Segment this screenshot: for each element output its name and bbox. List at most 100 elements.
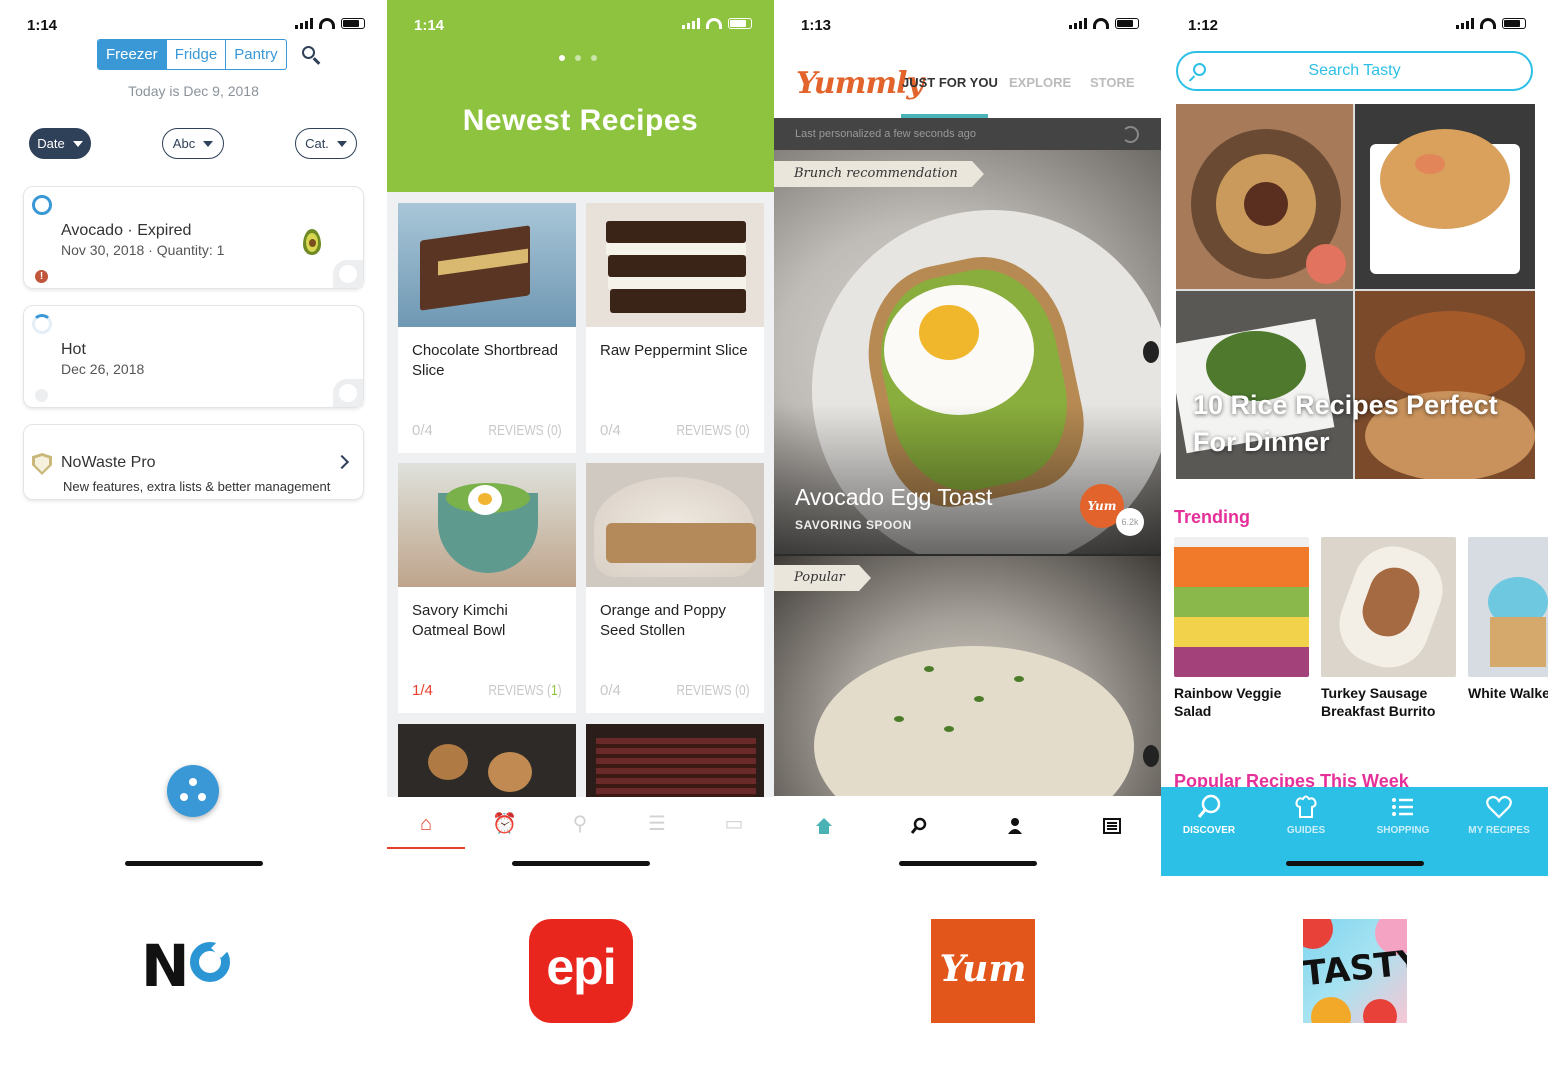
recipe-image[interactable]: [1174, 537, 1309, 677]
recipe-image: [586, 203, 764, 327]
list-item[interactable]: Hot Dec 26, 2018: [23, 305, 364, 408]
item-title: Avocado · Expired: [61, 222, 192, 239]
item-subtitle: Dec 26, 2018: [61, 361, 145, 377]
yummly-app-icon: Yum: [931, 919, 1035, 1023]
tab-guides[interactable]: GUIDES: [1261, 825, 1351, 836]
recipe-name: Chocolate Shortbread Slice: [412, 342, 558, 379]
refresh-icon[interactable]: [1122, 126, 1139, 143]
side-handle[interactable]: [1143, 745, 1159, 767]
recipe-card[interactable]: Savory Kimchi Oatmeal Bowl 1/4 REVIEWS (…: [398, 463, 576, 713]
home-icon[interactable]: ⌂: [414, 813, 438, 835]
search-placeholder: Search Tasty: [1308, 62, 1401, 79]
rating-label: 0/4: [600, 422, 621, 439]
sort-date-label: Date: [37, 136, 65, 151]
popular-recipe-card[interactable]: [774, 556, 1161, 796]
list-icon[interactable]: ☰: [645, 813, 669, 835]
segment-freezer[interactable]: Freezer: [98, 40, 166, 69]
tasty-app-icon: TASTY: [1303, 919, 1407, 1023]
rating-label: 0/4: [412, 422, 433, 439]
chevron-right-icon: [334, 454, 350, 470]
battery-icon: [1115, 18, 1139, 29]
chef-hat-icon[interactable]: [1292, 793, 1320, 821]
sort-date-button[interactable]: Date: [29, 128, 91, 159]
tab-my-recipes[interactable]: MY RECIPES: [1454, 825, 1544, 836]
recipe-card[interactable]: Orange and Poppy Seed Stollen 0/4 REVIEW…: [586, 463, 764, 713]
ribbon-label: Popular: [774, 565, 871, 591]
list-icon[interactable]: [1389, 793, 1417, 821]
profile-icon[interactable]: [1005, 816, 1025, 836]
signal-icon: [682, 18, 700, 29]
drag-handle[interactable]: [333, 379, 363, 407]
status-bar: 1:12: [1161, 0, 1548, 48]
sort-abc-button[interactable]: Abc: [162, 128, 224, 159]
recipe-name: Orange and Poppy Seed Stollen: [600, 602, 726, 639]
nowaste-screen: 1:14 Freezer Fridge Pantry Today is Dec …: [0, 0, 387, 876]
shield-icon: [32, 453, 52, 475]
status-time: 1:14: [414, 17, 445, 34]
recipe-image: [586, 463, 764, 587]
recipe-card[interactable]: Chocolate Shortbread Slice 0/4 REVIEWS (…: [398, 203, 576, 453]
trending-item-name[interactable]: Rainbow Veggie Salad: [1174, 684, 1304, 720]
yum-count: 6.2k: [1116, 508, 1144, 536]
tab-explore[interactable]: EXPLORE: [1009, 75, 1071, 90]
rating-label: 1/4: [412, 682, 433, 699]
today-label: Today is Dec 9, 2018: [128, 83, 259, 99]
segment-fridge[interactable]: Fridge: [165, 40, 226, 69]
info-icon[interactable]: [35, 389, 48, 402]
home-icon[interactable]: [814, 816, 834, 836]
tab-shopping[interactable]: SHOPPING: [1358, 825, 1448, 836]
page-indicator[interactable]: [559, 55, 597, 61]
side-handle[interactable]: [1143, 341, 1159, 363]
active-tab-indicator: [387, 847, 465, 849]
recipe-image[interactable]: [1468, 537, 1548, 677]
drag-handle[interactable]: [333, 260, 363, 288]
item-title: Hot: [61, 341, 86, 358]
segment-pantry[interactable]: Pantry: [225, 40, 285, 69]
sort-category-button[interactable]: Cat.: [295, 128, 357, 159]
search-icon[interactable]: [909, 816, 929, 836]
recipe-image: [1355, 104, 1535, 289]
sort-category-label: Cat.: [305, 136, 329, 151]
promo-title: NoWaste Pro: [61, 454, 156, 471]
recipe-card[interactable]: [586, 724, 764, 797]
battery-icon: [341, 18, 365, 29]
tab-discover[interactable]: DISCOVER: [1164, 825, 1254, 836]
recipe-card[interactable]: Raw Peppermint Slice 0/4 REVIEWS (0): [586, 203, 764, 453]
reviews-close: ): [558, 682, 562, 699]
status-ring-icon: [32, 195, 52, 215]
list-icon[interactable]: [1102, 816, 1122, 836]
battery-icon: [1502, 18, 1526, 29]
info-icon[interactable]: !: [35, 270, 48, 283]
collection-title: 10 Rice Recipes Perfect For Dinner: [1193, 390, 1498, 457]
wifi-icon: [706, 18, 722, 29]
tab-just-for-you[interactable]: JUST FOR YOU: [902, 75, 998, 90]
home-indicator: [511, 861, 650, 866]
pot-icon[interactable]: ▭: [722, 813, 746, 835]
search-input[interactable]: Search Tasty: [1176, 51, 1533, 91]
featured-collection[interactable]: 10 Rice Recipes Perfect For Dinner: [1176, 104, 1535, 479]
search-icon[interactable]: ⚲: [568, 813, 592, 835]
recipe-image: [1176, 104, 1353, 289]
promo-subtitle: New features, extra lists & better manag…: [63, 479, 331, 494]
trending-item-name[interactable]: White Walker Cupcakes: [1468, 684, 1548, 702]
alarm-icon[interactable]: ⏰: [492, 813, 517, 835]
epicurious-app-icon: epi: [529, 919, 633, 1023]
discover-icon[interactable]: [1195, 793, 1223, 821]
signal-icon: [1069, 18, 1087, 29]
pro-upgrade-card[interactable]: NoWaste Pro New features, extra lists & …: [23, 424, 364, 500]
add-button[interactable]: [167, 765, 219, 817]
tasty-screen: 1:12 Search Tasty 10 Rice Recipes Perfec…: [1161, 0, 1548, 876]
tab-store[interactable]: STORE: [1090, 75, 1135, 90]
list-item[interactable]: Avocado · Expired Nov 30, 2018 · Quantit…: [23, 186, 364, 289]
epicurious-screen: 1:14 Newest Recipes Chocolate Shortbread…: [387, 0, 774, 876]
heart-icon[interactable]: [1485, 793, 1513, 821]
reviews-label: REVIEWS (0): [676, 422, 750, 439]
trending-item-name[interactable]: Turkey Sausage Breakfast Burrito: [1321, 684, 1456, 720]
recipe-image[interactable]: [1321, 537, 1456, 677]
recipe-image: [586, 724, 764, 797]
search-icon[interactable]: [302, 46, 315, 59]
recipe-source: SAVORING SPOON: [795, 518, 912, 532]
recipe-title: Avocado Egg Toast: [795, 484, 993, 510]
recipe-card[interactable]: [398, 724, 576, 797]
reviews-label-text: REVIEWS (: [488, 682, 552, 699]
